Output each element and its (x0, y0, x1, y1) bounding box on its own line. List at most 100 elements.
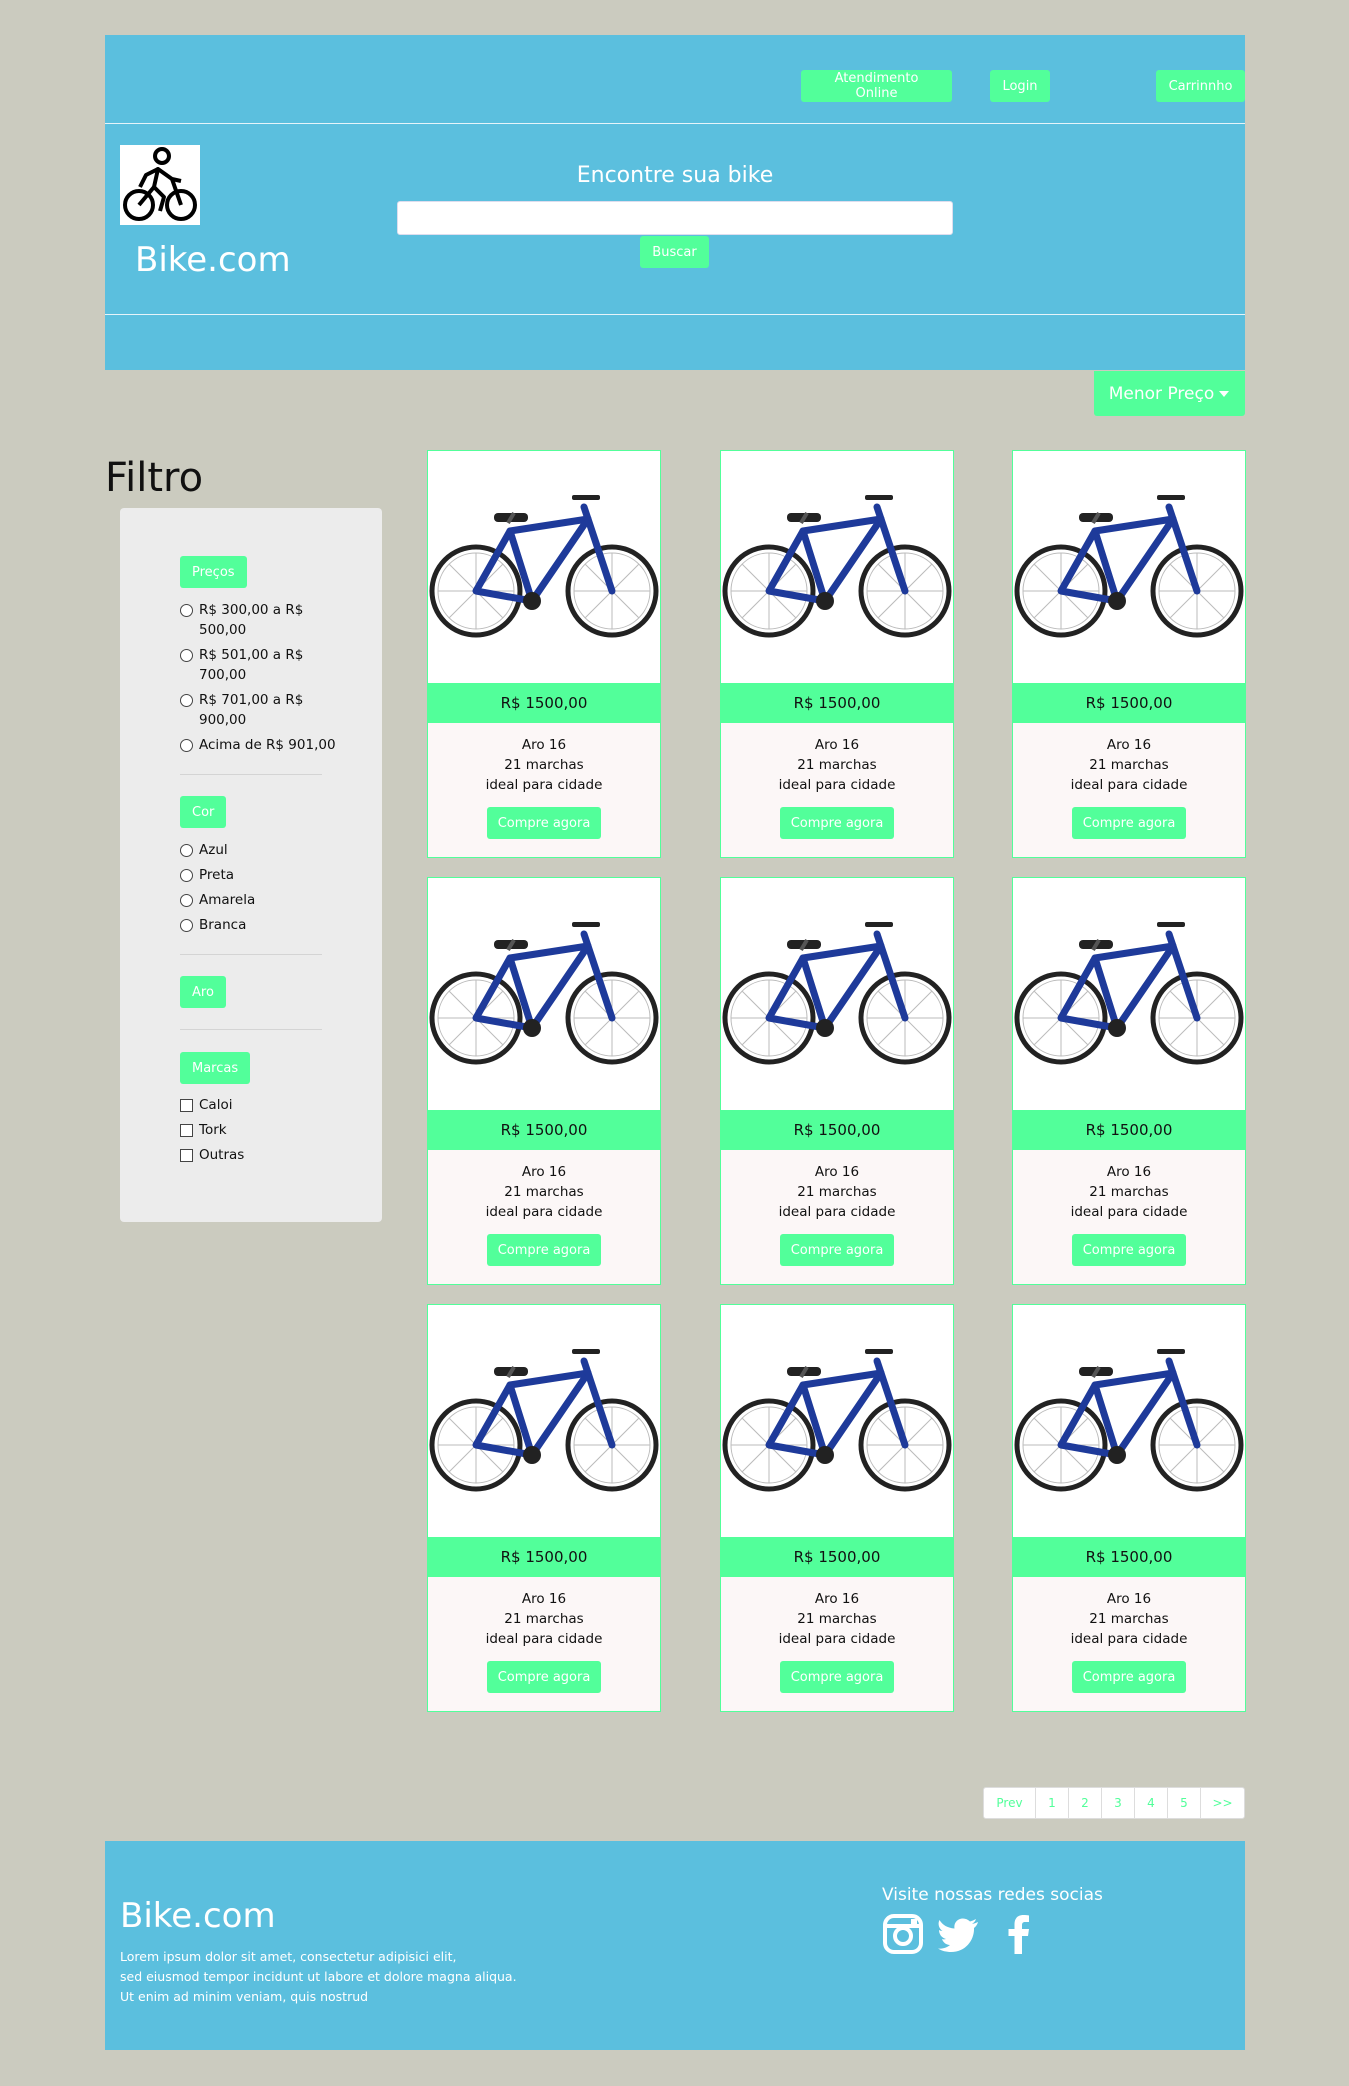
product-price: R$ 1500,00 (721, 1110, 953, 1150)
pagination-page[interactable]: 2 (1069, 1788, 1102, 1818)
top-nav: Atendimento Online Login Carrinnho (105, 35, 1245, 124)
product-image[interactable] (721, 878, 953, 1110)
filter-color-option[interactable]: Amarela (180, 890, 329, 910)
product-aro: Aro 16 (1106, 737, 1152, 753)
pagination-page[interactable]: 5 (1168, 1788, 1201, 1818)
product-image[interactable] (721, 1305, 953, 1537)
pagination-page[interactable]: 4 (1135, 1788, 1168, 1818)
pagination-page[interactable]: 1 (1036, 1788, 1069, 1818)
site-footer: Bike.com Lorem ipsum dolor sit amet, con… (105, 1841, 1245, 2050)
bike-image-art (429, 495, 659, 638)
filter-brand-option[interactable]: Caloi (180, 1095, 329, 1115)
product-description: Aro 16 21 marchas ideal para cidade (428, 1589, 660, 1649)
buy-now-button[interactable]: Compre agora (487, 1661, 601, 1693)
checkbox[interactable] (180, 1149, 193, 1162)
header-divider (105, 314, 1245, 315)
bike-image-art (722, 495, 952, 638)
login-button[interactable]: Login (990, 70, 1050, 102)
cart-button[interactable]: Carrinnho (1156, 70, 1245, 102)
bike-image-art (429, 922, 659, 1065)
checkbox[interactable] (180, 1099, 193, 1112)
bike-image-art (1014, 1349, 1244, 1492)
filter-precos-button[interactable]: Preços (180, 556, 247, 588)
product-image[interactable] (1013, 451, 1245, 683)
product-description: Aro 16 21 marchas ideal para cidade (1013, 1162, 1245, 1222)
pagination-next[interactable]: >> (1201, 1788, 1244, 1818)
product-image[interactable] (1013, 878, 1245, 1110)
product-card[interactable]: R$ 1500,00 Aro 16 21 marchas ideal para … (1012, 1304, 1246, 1712)
product-gears: 21 marchas (797, 1184, 877, 1200)
product-card[interactable]: R$ 1500,00 Aro 16 21 marchas ideal para … (427, 877, 661, 1285)
filter-price-option[interactable]: R$ 501,00 a R$ 700,00 (180, 645, 329, 685)
radio-button[interactable] (180, 694, 193, 707)
sort-dropdown[interactable]: Menor Preço (1094, 371, 1245, 416)
footer-brand: Bike.com (120, 1896, 276, 1936)
search-input[interactable] (397, 201, 953, 235)
filter-color-option[interactable]: Branca (180, 915, 329, 935)
filter-divider (180, 1029, 322, 1030)
product-aro: Aro 16 (1106, 1164, 1152, 1180)
filter-price-option[interactable]: R$ 300,00 a R$ 500,00 (180, 600, 329, 640)
filter-color-option[interactable]: Azul (180, 840, 329, 860)
radio-button[interactable] (180, 649, 193, 662)
radio-button[interactable] (180, 919, 193, 932)
facebook-icon[interactable] (998, 1913, 1040, 1955)
twitter-icon[interactable] (938, 1913, 980, 1955)
logo[interactable] (120, 145, 200, 225)
product-aro: Aro 16 (521, 1591, 567, 1607)
radio-button[interactable] (180, 844, 193, 857)
pagination-prev[interactable]: Prev (984, 1788, 1036, 1818)
product-card[interactable]: R$ 1500,00 Aro 16 21 marchas ideal para … (1012, 450, 1246, 858)
filter-brand-option[interactable]: Outras (180, 1145, 329, 1165)
buy-now-button[interactable]: Compre agora (780, 1661, 894, 1693)
filter-brand-option[interactable]: Tork (180, 1120, 329, 1140)
cyclist-icon (123, 147, 197, 221)
radio-button[interactable] (180, 739, 193, 752)
buy-now-button[interactable]: Compre agora (487, 1234, 601, 1266)
product-card[interactable]: R$ 1500,00 Aro 16 21 marchas ideal para … (720, 450, 954, 858)
product-card[interactable]: R$ 1500,00 Aro 16 21 marchas ideal para … (1012, 877, 1246, 1285)
product-usage: ideal para cidade (778, 1631, 896, 1647)
atendimento-online-button[interactable]: Atendimento Online (801, 70, 952, 102)
product-card[interactable]: R$ 1500,00 Aro 16 21 marchas ideal para … (427, 450, 661, 858)
bike-image-art (429, 1349, 659, 1492)
instagram-icon[interactable] (882, 1913, 924, 1955)
product-usage: ideal para cidade (485, 777, 603, 793)
product-image[interactable] (428, 1305, 660, 1537)
buy-now-button[interactable]: Compre agora (780, 1234, 894, 1266)
product-card[interactable]: R$ 1500,00 Aro 16 21 marchas ideal para … (720, 1304, 954, 1712)
filter-cor-button[interactable]: Cor (180, 796, 227, 828)
product-description: Aro 16 21 marchas ideal para cidade (428, 735, 660, 795)
checkbox[interactable] (180, 1124, 193, 1137)
product-aro: Aro 16 (814, 1164, 860, 1180)
product-usage: ideal para cidade (1070, 1631, 1188, 1647)
bike-image-art (1014, 495, 1244, 638)
buy-now-button[interactable]: Compre agora (487, 807, 601, 839)
filter-aro-button[interactable]: Aro (180, 976, 226, 1008)
product-image[interactable] (721, 451, 953, 683)
product-image[interactable] (428, 451, 660, 683)
buy-now-button[interactable]: Compre agora (1072, 1661, 1186, 1693)
filter-price-option[interactable]: R$ 701,00 a R$ 900,00 (180, 690, 329, 730)
filter-marcas-button[interactable]: Marcas (180, 1052, 251, 1084)
search-button[interactable]: Buscar (640, 236, 709, 268)
radio-button[interactable] (180, 869, 193, 882)
product-usage: ideal para cidade (485, 1631, 603, 1647)
filter-color-option[interactable]: Preta (180, 865, 329, 885)
product-image[interactable] (428, 878, 660, 1110)
filter-price-option[interactable]: Acima de R$ 901,00 (180, 735, 339, 755)
product-image[interactable] (1013, 1305, 1245, 1537)
product-description: Aro 16 21 marchas ideal para cidade (1013, 735, 1245, 795)
radio-button[interactable] (180, 604, 193, 617)
brand-name[interactable]: Bike.com (135, 240, 291, 280)
pagination: Prev 1 2 3 4 5 >> (983, 1787, 1245, 1819)
filter-title: Filtro (105, 455, 204, 501)
radio-button[interactable] (180, 894, 193, 907)
buy-now-button[interactable]: Compre agora (780, 807, 894, 839)
product-price: R$ 1500,00 (428, 1110, 660, 1150)
pagination-page[interactable]: 3 (1102, 1788, 1135, 1818)
buy-now-button[interactable]: Compre agora (1072, 1234, 1186, 1266)
product-card[interactable]: R$ 1500,00 Aro 16 21 marchas ideal para … (720, 877, 954, 1285)
product-card[interactable]: R$ 1500,00 Aro 16 21 marchas ideal para … (427, 1304, 661, 1712)
buy-now-button[interactable]: Compre agora (1072, 807, 1186, 839)
